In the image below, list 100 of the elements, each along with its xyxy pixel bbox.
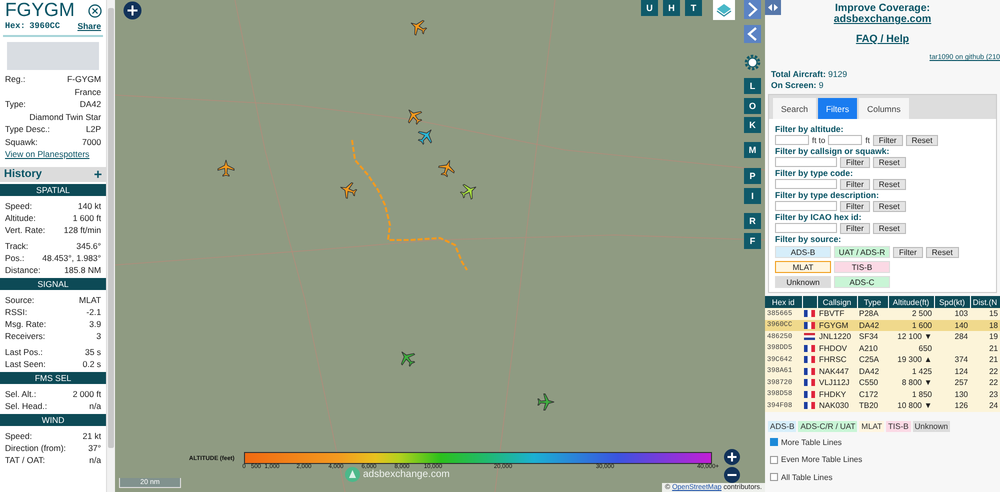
planespotters-link[interactable]: View on Planespotters (5, 149, 90, 160)
input-field[interactable] (775, 201, 837, 211)
filter-label: Filter by callsign or squawk: (775, 146, 890, 156)
zoom-in-icon[interactable] (724, 449, 740, 465)
section-header: SIGNAL (0, 278, 106, 290)
checkbox[interactable] (770, 438, 778, 446)
share-link[interactable]: Share (77, 21, 102, 32)
source-filter-toggle[interactable]: Unknown (775, 276, 831, 288)
coverage-heading: Improve Coverage: (834, 3, 930, 14)
map-layer-button[interactable]: T (685, 0, 702, 16)
detail-value: 37° (88, 442, 102, 452)
table-cell: JNL1220 (817, 331, 857, 342)
filter-label: Filter by type code: (775, 168, 854, 178)
source-filter-toggle[interactable]: ADS-C (834, 276, 890, 288)
column-header[interactable]: Hex id (765, 296, 802, 308)
filter-button[interactable]: Filter (840, 156, 870, 168)
map-side-button[interactable]: R (744, 213, 761, 229)
input-field[interactable] (775, 157, 837, 167)
aircraft-icon[interactable] (438, 160, 455, 178)
filter-button[interactable]: Reset (872, 222, 906, 234)
filter-button[interactable]: Reset (872, 178, 906, 190)
detail-label: Source: (5, 294, 34, 304)
input-field[interactable] (828, 135, 862, 145)
table-cell: 103 (934, 308, 970, 320)
chevron-left-icon[interactable] (744, 25, 761, 43)
scrollbar[interactable] (106, 0, 115, 492)
aircraft-icon[interactable] (408, 109, 422, 125)
detail-value: 0.2 s (82, 358, 102, 368)
input-field[interactable] (775, 135, 809, 145)
map-side-button[interactable]: L (744, 78, 761, 94)
adsbexchange-link[interactable]: adsbexchange.com (834, 14, 932, 25)
column-header[interactable]: Spd(kt) (934, 296, 970, 308)
map-side-button[interactable]: K (744, 117, 761, 133)
source-legend-tag: TIS-B (886, 420, 911, 432)
filter-button[interactable]: Reset (872, 156, 906, 168)
table-cell: C25A (857, 354, 888, 366)
info-value: DA42 (80, 99, 102, 110)
checkbox[interactable] (770, 473, 778, 482)
close-icon[interactable] (88, 4, 102, 18)
expand-toggle[interactable]: + (94, 166, 102, 182)
zoom-out-icon[interactable] (724, 467, 740, 483)
aircraft-icon[interactable] (410, 20, 428, 36)
map-side-button[interactable]: P (744, 168, 761, 184)
detail-label: Speed: (5, 200, 32, 210)
detail-label: Altitude: (5, 212, 36, 222)
aircraft-icon[interactable] (218, 160, 234, 177)
map-side-button[interactable]: O (744, 98, 761, 114)
detail-value: 2 000 ft (72, 388, 102, 398)
filter-button[interactable]: Reset (926, 246, 959, 258)
source-legend-tag: ADS-C/R / UAT (798, 420, 858, 432)
source-filter-toggle[interactable]: TIS-B (834, 261, 890, 273)
filter-button[interactable]: Reset (906, 134, 938, 146)
aircraft-icon[interactable] (418, 129, 432, 145)
source-filter-toggle[interactable]: ADS-B (775, 246, 831, 258)
table-cell: P28A (857, 308, 888, 320)
source-filter-toggle[interactable]: UAT / ADS-R (834, 246, 890, 258)
checkbox[interactable] (770, 456, 778, 464)
aircraft-icon[interactable] (400, 351, 416, 367)
faq-link[interactable]: FAQ / Help (856, 33, 910, 45)
aircraft-icon[interactable] (340, 182, 358, 199)
settings-icon[interactable] (742, 52, 763, 73)
stat-text: On Screen: 9 (771, 80, 824, 91)
map-side-button[interactable]: I (744, 188, 761, 204)
table-cell: C172 (857, 388, 888, 400)
input-field[interactable] (775, 179, 837, 189)
panel-tab[interactable]: Search (773, 98, 816, 119)
source-filter-toggle[interactable]: MLAT (775, 261, 831, 273)
map-side-button[interactable]: M (744, 142, 761, 158)
column-header[interactable]: Altitude(ft) (888, 296, 934, 308)
table-cell: 22 (970, 366, 1000, 377)
detail-label: TAT / OAT: (5, 454, 45, 464)
detail-value: n/a (89, 454, 102, 464)
filter-button[interactable]: Filter (840, 222, 870, 234)
chevron-right-icon[interactable] (744, 0, 761, 19)
input-field[interactable] (775, 223, 837, 233)
layers-icon[interactable] (713, 0, 735, 20)
table-cell: DA42 (857, 320, 888, 331)
filter-button[interactable]: Filter (840, 200, 870, 212)
map-side-button[interactable]: F (744, 233, 761, 249)
table-cell: 12 100 ▼ (888, 331, 934, 342)
filter-button[interactable]: Filter (893, 246, 923, 258)
table-cell: 1 850 (888, 388, 934, 400)
info-label: Reg.: (5, 74, 26, 84)
filter-button[interactable]: Reset (872, 200, 906, 212)
aircraft-icon[interactable] (537, 394, 554, 410)
map-layer-button[interactable]: U (641, 0, 658, 16)
column-header[interactable]: Dist.(N (970, 296, 1000, 308)
column-header[interactable]: Callsign (817, 296, 857, 308)
aircraft-icon[interactable] (460, 184, 476, 200)
source-legend-tag: ADS-B (768, 420, 796, 432)
filter-button[interactable]: Filter (872, 134, 903, 146)
panel-tab[interactable]: Filters (818, 98, 858, 119)
table-cell: 19 300 ▲ (888, 354, 934, 366)
map-layer-button[interactable]: H (663, 0, 680, 16)
logo-text: adsbexchange.com (363, 469, 450, 480)
panel-tab[interactable]: Columns (859, 98, 909, 119)
plus-icon[interactable] (123, 1, 142, 20)
info-value: 7000 (82, 136, 102, 147)
filter-button[interactable]: Filter (840, 178, 870, 190)
column-header[interactable]: Type (857, 296, 888, 308)
